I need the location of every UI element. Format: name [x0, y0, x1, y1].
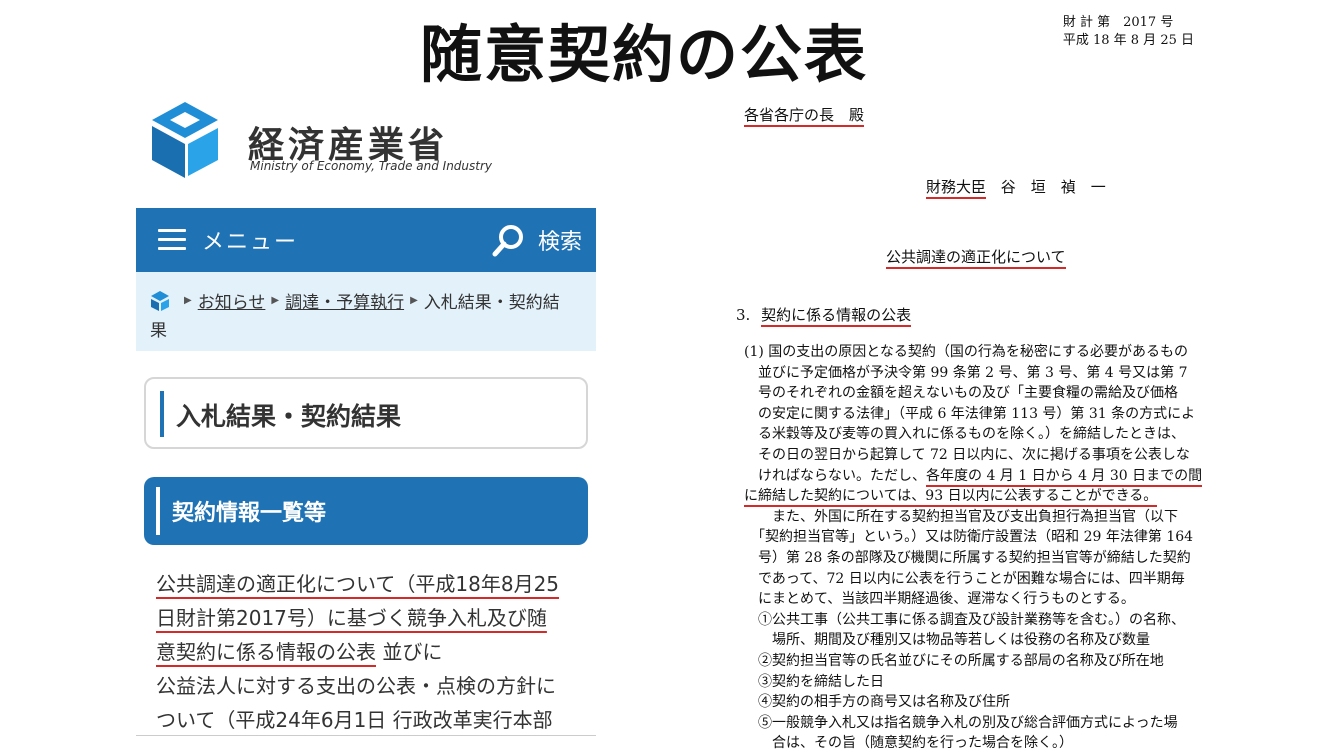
para-line: 合は、その旨（随意契約を行った場合を除く。）	[744, 735, 1073, 752]
home-icon[interactable]	[150, 290, 170, 312]
official-document: 財 計 第 2017 号 平成 18 年 8 月 25 日 各省各庁の長 殿 財…	[690, 0, 1334, 751]
search-button[interactable]: 検索	[492, 220, 582, 260]
nav-bar: メニュー 検索	[136, 208, 596, 272]
sender: 財務大臣 谷 垣 禎 一	[926, 176, 1106, 199]
document-paragraph: (1) 国の支出の原因となる契約（国の行為を秘密にする必要があるもの 並びに予定…	[744, 342, 1224, 754]
meti-logo[interactable]: 経済産業省 Ministry of Economy, Trade and Ind…	[150, 100, 590, 184]
breadcrumb-link-procurement[interactable]: 調達・予算執行	[285, 288, 404, 313]
breadcrumb-separator-icon: ▶	[184, 295, 192, 306]
breadcrumb-separator-icon: ▶	[271, 295, 280, 306]
para-line: ①公共工事（公共工事に係る調査及び設計業務等を含む。）の名称、	[744, 611, 1185, 628]
procurement-link-line3[interactable]: 意契約に係る情報の公表	[156, 640, 376, 664]
subject: 公共調達の適正化について	[886, 246, 1066, 269]
body-line-4[interactable]: 公益法人に対する支出の公表・点検の方針に	[156, 674, 556, 698]
menu-button[interactable]: メニュー	[158, 220, 298, 260]
section-heading-text: 契約情報一覧等	[172, 501, 327, 526]
breadcrumb-current: 入札結果・契約結	[423, 293, 560, 313]
para-line: (1) 国の支出の原因となる契約（国の行為を秘密にする必要があるもの	[744, 344, 1188, 360]
logo-english: Ministry of Economy, Trade and Industry	[250, 159, 493, 173]
para-highlight: に締結した契約については、93 日以内に公表することができる。	[744, 488, 1158, 508]
document-date: 平成 18 年 8 月 25 日	[1062, 33, 1194, 48]
para-line: る米穀等及び麦等の買入れに係るものを除く。）を締結したときは、	[744, 426, 1185, 443]
breadcrumb-link-news[interactable]: お知らせ	[198, 288, 266, 313]
para-line: その日の翌日から起算して 72 日以内に、次に掲げる事項を公表しな	[744, 446, 1190, 463]
para-line: また、外国に所在する契約担当官及び支出負担行為担当官（以下	[744, 508, 1178, 525]
divider	[136, 735, 596, 736]
body-line-5[interactable]: ついて（平成24年6月1日 行政改革実行本部	[156, 708, 553, 732]
para-line: ⑤一般競争入札又は指名競争入札の別及び総合評価方式によった場	[744, 714, 1178, 731]
menu-label: メニュー	[202, 230, 299, 255]
search-icon	[492, 225, 523, 257]
para-line: 場所、期間及び種別又は物品等若しくは役務の名称及び数量	[744, 632, 1150, 649]
addressee: 各省各庁の長 殿	[744, 104, 865, 127]
para-line: にまとめて、当該四半期経過後、遅滞なく行うものとする。	[744, 591, 1135, 608]
search-label: 検索	[537, 230, 582, 255]
procurement-link-line1[interactable]: 公共調達の適正化について（平成18年8月25	[156, 572, 559, 596]
sender-name: 谷 垣 禎 一	[1000, 178, 1106, 196]
breadcrumb-separator-icon: ▶	[410, 295, 418, 306]
breadcrumb-current-wrap: 果	[150, 321, 167, 341]
page-heading-text: 入札結果・契約結果	[176, 402, 402, 431]
section-number: 3.	[736, 306, 751, 324]
body-text: 公共調達の適正化について（平成18年8月25 日財計第2017号）に基づく競争入…	[156, 567, 586, 737]
meti-webpage: 経済産業省 Ministry of Economy, Trade and Ind…	[136, 95, 596, 750]
document-number-line: 財 計 第 2017 号	[1062, 15, 1174, 30]
body-conjunction: 並びに	[376, 640, 443, 664]
heading-accent-bar	[160, 391, 164, 437]
document-number: 財 計 第 2017 号 平成 18 年 8 月 25 日	[1063, 14, 1194, 50]
hamburger-icon	[158, 229, 186, 251]
section-3-heading: 3. 契約に係る情報の公表	[736, 304, 912, 327]
meti-logo-mark-icon	[152, 102, 218, 178]
para-line: の安定に関する法律」（平成 6 年法律第 113 号）第 31 条の方式によ	[744, 405, 1196, 422]
para-line: 「契約担当官等」という。）又は防衛庁設置法（昭和 29 年法律第 164	[744, 529, 1194, 546]
section-accent-bar	[156, 487, 160, 535]
sender-title: 財務大臣	[926, 178, 987, 199]
para-line: ④契約の相手方の商号又は名称及び住所	[744, 694, 1010, 711]
para-line: ③契約を締結した日	[744, 673, 884, 690]
page-heading: 入札結果・契約結果	[144, 377, 588, 449]
breadcrumb: ▶ お知らせ ▶ 調達・予算執行 ▶ 入札結果・契約結 果	[136, 272, 596, 351]
para-line: 号）第 28 条の部隊及び機関に所属する契約担当官等が締結した契約	[744, 549, 1191, 566]
para-line: 号のそれぞれの金額を超えないもの及び「主要食糧の需給及び価格	[744, 385, 1178, 402]
section-title: 契約に係る情報の公表	[761, 306, 912, 327]
para-line: であって、72 日以内に公表を行うことが困難な場合には、四半期毎	[744, 570, 1185, 587]
procurement-link-line2[interactable]: 日財計第2017号）に基づく競争入札及び随	[156, 606, 547, 630]
para-line: ければならない。ただし、	[744, 467, 926, 484]
section-heading: 契約情報一覧等	[144, 477, 588, 545]
para-line: ②契約担当官等の氏名並びにその所属する部局の名称及び所在地	[744, 652, 1164, 669]
para-line: 並びに予定価格が予決令第 99 条第 2 号、第 3 号、第 4 号又は第 7	[744, 364, 1188, 381]
para-highlight: 各年度の 4 月 1 日から 4 月 30 日までの間	[926, 467, 1203, 487]
